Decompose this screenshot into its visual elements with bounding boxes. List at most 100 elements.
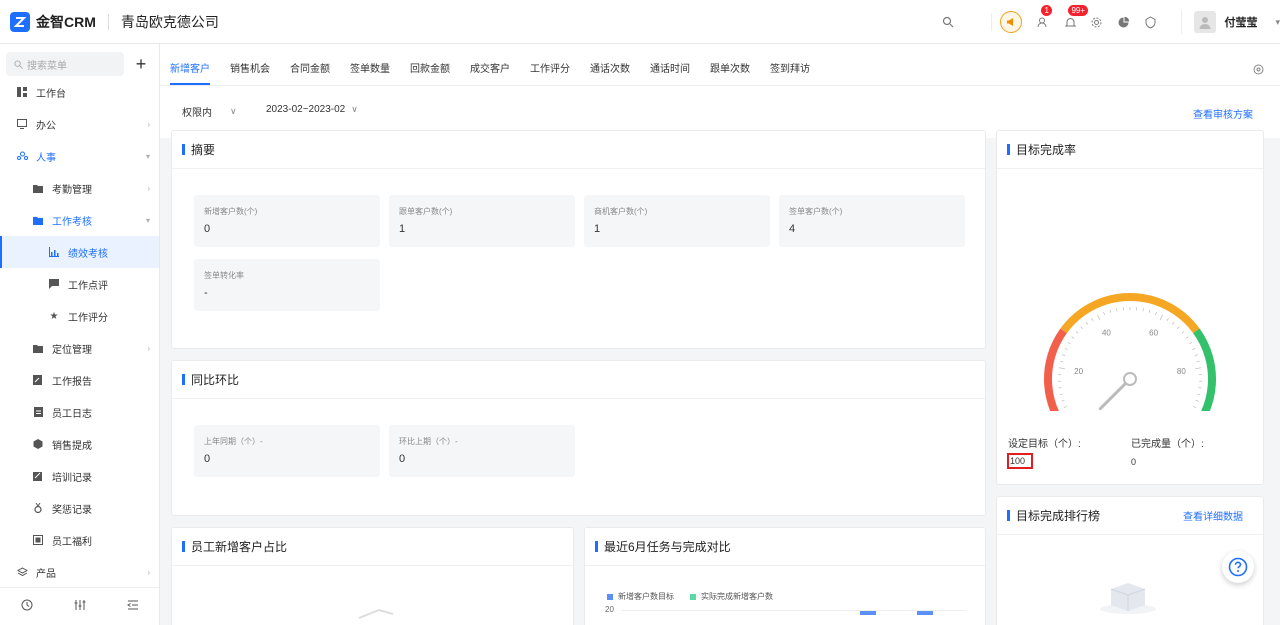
tab-call-count[interactable]: 通话次数 [590,60,630,85]
user-menu[interactable]: 付莹莹 ▾ [1181,10,1280,34]
gauge-hub [1123,372,1137,386]
chevron-down-icon: ▾ [1275,16,1280,27]
tab-checkin-visit[interactable]: 签到拜访 [770,60,810,85]
chevron-down-icon: ▾ [145,152,150,161]
stat-year-over-year: 上年同期（个）- 0 [194,425,380,477]
gauge-tick [1192,348,1196,350]
title-accent-bar [1007,144,1010,155]
gauge-arc-segment [1060,293,1200,334]
bar-chart-icon [48,246,60,258]
gauge-tick [1075,331,1079,334]
title-accent-bar [1007,510,1010,521]
sidebar-item-work-report[interactable]: 工作报告 [0,364,159,396]
bell-icon[interactable]: 99+ [1061,5,1089,31]
sidebar-item-work-score[interactable]: ★ 工作评分 [0,300,159,332]
history-icon[interactable] [21,599,33,614]
gear-icon[interactable] [1087,13,1105,31]
gauge-tick [1195,367,1202,370]
sidebar-item-staff-log[interactable]: 员工日志 [0,396,159,428]
sidebar-item-hr[interactable]: 人事 ▾ [0,140,159,172]
tab-deal-count[interactable]: 签单数量 [350,60,390,85]
sidebar-item-performance[interactable]: 绩效考核 [0,236,159,268]
sidebar-item-workbench[interactable]: 工作台 [0,76,159,108]
goal-card: 目标完成率 020406080100完成率0% 设定目标（个）: 100 已完成… [996,130,1264,485]
date-range-select[interactable]: 2023-02~2023-02 ∨ [266,104,358,115]
report-icon [32,374,44,386]
sidebar-item-product[interactable]: 产品 › [0,556,159,588]
sidebar-item-commission[interactable]: 销售提成 [0,428,159,460]
chevron-down-icon: ∨ [351,104,358,114]
coin-icon [32,438,44,450]
empty-box-icon [1100,583,1156,614]
tab-followup-count[interactable]: 跟单次数 [710,60,750,85]
folder-icon [32,214,44,226]
comment-icon [48,278,60,290]
collapse-menu-icon[interactable] [126,599,139,614]
header-divider [107,13,109,30]
user-name: 付莹莹 [1224,17,1258,29]
target-value[interactable]: 100 [1007,453,1033,469]
chart-legend: 新增客户数目标 实际完成新增客户数 [607,591,773,602]
summary-card: 摘要 新增客户数(个) 0 跟单客户数(个) 1 商机客户数(个) 1 签单客户… [171,130,986,349]
view-detail-link[interactable]: 查看详细数据 [1183,508,1243,523]
gauge-tick [1197,393,1201,396]
sidebar: 搜索菜单 + 工作台 办公 › 人事 ▾ 考勤管理 › 工作考核 ▾ 绩效考核 … [0,44,160,625]
gauge-tick [1085,321,1088,325]
add-menu-button[interactable]: + [129,52,153,76]
shield-icon[interactable] [1141,13,1159,31]
search-icon[interactable] [939,13,957,31]
sidebar-item-work-review[interactable]: 工作点评 [0,268,159,300]
tab-sales-opportunity[interactable]: 销售机会 [230,60,270,85]
scope-select[interactable]: 权限内 ∨ [182,104,237,119]
help-button[interactable] [1222,551,1254,583]
tab-contract-amount[interactable]: 合同金额 [290,60,330,85]
tab-work-score[interactable]: 工作评分 [530,60,570,85]
sidebar-item-attendance[interactable]: 考勤管理 › [0,172,159,204]
main-content: 新增客户 销售机会 合同金额 签单数量 回款金额 成交客户 工作评分 通话次数 … [160,44,1280,625]
training-icon [32,470,44,482]
gauge-tick [1196,360,1200,363]
chart-bar [860,611,876,615]
tab-closed-customers[interactable]: 成交客户 [470,60,510,85]
title-accent-bar [595,541,598,552]
tab-payment-amount[interactable]: 回款金额 [410,60,450,85]
tab-settings-icon[interactable] [1253,64,1264,78]
gauge-tick [1189,342,1193,345]
question-icon [1228,557,1248,577]
chevron-right-icon: › [147,120,150,129]
logo-icon [10,11,30,32]
menu-search-input[interactable]: 搜索菜单 [6,52,124,76]
sidebar-item-location[interactable]: 定位管理 › [0,332,159,364]
sidebar-item-welfare[interactable]: 员工福利 [0,524,159,556]
gauge-tick [1061,399,1065,402]
gauge-tick [1091,318,1094,321]
medal-icon [32,502,44,514]
chevron-right-icon: › [147,184,150,193]
top-bar: 金智CRM 青岛欧克德公司 1 99+ 付莹莹 ▾ [0,0,1280,44]
tab-call-duration[interactable]: 通话时间 [650,60,690,85]
sidebar-item-office[interactable]: 办公 › [0,108,159,140]
product-icon [16,566,28,578]
grid-line [621,610,965,611]
gauge-tick [1159,314,1163,321]
announcement-icon[interactable] [1000,11,1023,33]
view-audit-plan-link[interactable]: 查看审核方案 [1193,106,1253,121]
menu-search-placeholder: 搜索菜单 [27,60,67,72]
sidebar-item-work-assessment[interactable]: 工作考核 ▾ [0,204,159,236]
y-axis-tick: 20 [605,605,614,614]
stat-conversion-rate: 签单转化率 - [194,259,380,311]
sidebar-footer [0,587,159,625]
mail-icon[interactable]: 1 [1034,5,1052,31]
gauge-tick [1063,406,1067,408]
six-month-title: 最近6月任务与完成对比 [604,540,731,554]
sidebar-item-reward[interactable]: 奖惩记录 [0,492,159,524]
settings-sliders-icon[interactable] [74,599,86,614]
sidebar-item-training[interactable]: 培训记录 [0,460,159,492]
star-icon: ★ [49,310,59,322]
pie-chart-icon[interactable] [1114,13,1132,31]
done-label: 已完成量（个）: [1131,439,1204,450]
tab-new-customers[interactable]: 新增客户 [170,60,210,85]
gauge-tick [1155,311,1157,315]
monitor-icon [16,118,28,130]
app-logo[interactable]: 金智CRM [10,11,96,32]
